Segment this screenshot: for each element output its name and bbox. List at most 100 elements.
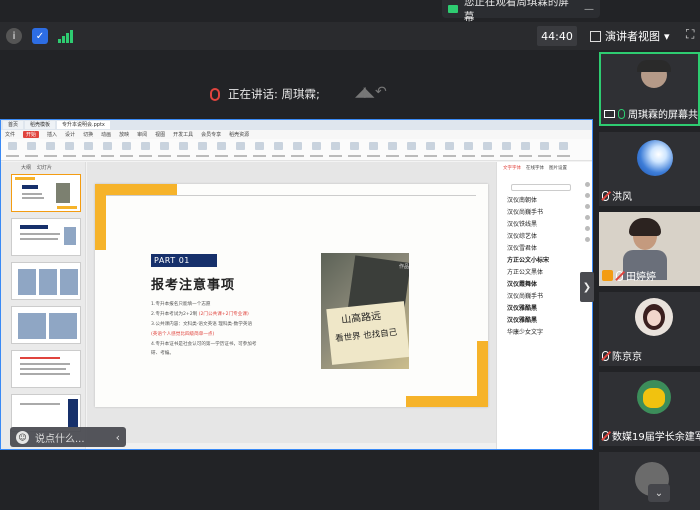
ribbon-button[interactable] — [537, 142, 552, 157]
font-item[interactable]: 汉仪尚巍手书 — [507, 207, 592, 216]
side-tool-icon[interactable] — [585, 215, 590, 220]
screen-share-icon — [448, 5, 458, 13]
ribbon-button[interactable] — [347, 142, 362, 157]
ribbon-button[interactable] — [5, 142, 20, 157]
slide-photo: 作品 山高路远 看世界 也找自己 — [321, 253, 409, 369]
menu-item[interactable]: 审阅 — [137, 131, 147, 138]
info-icon[interactable]: i — [6, 28, 22, 44]
ribbon-button[interactable] — [24, 142, 39, 157]
ribbon-button[interactable] — [328, 142, 343, 157]
wps-tab[interactable]: 稻壳模板 — [25, 121, 56, 129]
menu-item[interactable]: 会员专享 — [201, 131, 221, 138]
ribbon-button[interactable] — [119, 142, 134, 157]
menu-item[interactable]: 开始 — [23, 131, 40, 138]
menu-item[interactable]: 插入 — [47, 131, 57, 138]
presenter-view-button[interactable]: 演讲者视图 ▾ — [590, 26, 670, 46]
side-toolbar — [585, 182, 591, 242]
font-search-input[interactable] — [511, 184, 571, 191]
menu-item[interactable]: 放映 — [119, 131, 129, 138]
slide-thumbnail[interactable] — [11, 174, 81, 212]
side-tool-icon[interactable] — [585, 237, 590, 242]
font-tab[interactable]: 在线字体 — [526, 165, 544, 171]
wps-tab[interactable]: 专升本说明会.pptx — [57, 121, 110, 129]
ribbon-button[interactable] — [43, 142, 58, 157]
emoji-icon[interactable]: ☺ — [16, 430, 29, 444]
font-item[interactable]: 汉仪雅酷黑 — [507, 315, 592, 324]
side-tool-icon[interactable] — [585, 226, 590, 231]
security-shield-icon[interactable]: ✓ — [32, 28, 48, 44]
menu-item[interactable]: 切换 — [83, 131, 93, 138]
ribbon-button[interactable] — [442, 142, 457, 157]
ribbon-button[interactable] — [62, 142, 77, 157]
ribbon-button[interactable] — [252, 142, 267, 157]
ribbon-button[interactable] — [480, 142, 495, 157]
ribbon-button[interactable] — [271, 142, 286, 157]
font-tab[interactable]: 文字字体 — [503, 165, 521, 171]
thumbnails-header: 大纲 幻灯片 — [21, 164, 52, 171]
ribbon-button[interactable] — [404, 142, 419, 157]
decor-bar — [95, 184, 106, 250]
font-item[interactable]: 方正公文小标宋 — [507, 255, 592, 264]
chevron-right-icon[interactable]: ❯ — [580, 272, 594, 302]
font-tab[interactable]: 图片设置 — [549, 165, 567, 171]
ribbon-button[interactable] — [233, 142, 248, 157]
participant-name: 田婷婷 — [626, 272, 656, 283]
ribbon-button[interactable] — [157, 142, 172, 157]
outline-tab[interactable]: 大纲 — [21, 164, 31, 171]
ribbon-button[interactable] — [461, 142, 476, 157]
ribbon-button[interactable] — [556, 142, 571, 157]
ribbon-button[interactable] — [366, 142, 381, 157]
menu-item[interactable]: 稻壳资源 — [229, 131, 249, 138]
slide-thumbnail[interactable] — [11, 350, 81, 388]
network-signal-icon[interactable] — [58, 29, 74, 43]
ribbon-button[interactable] — [195, 142, 210, 157]
font-item[interactable]: 汉仪铁线黑 — [507, 219, 592, 228]
side-tool-icon[interactable] — [585, 193, 590, 198]
minimize-icon[interactable]: — — [584, 4, 594, 15]
bullet-line: 1.专升本报名只能填一个志愿 — [151, 302, 211, 307]
participant-tile[interactable]: 田婷婷 — [599, 212, 700, 286]
menu-item[interactable]: 文件 — [5, 131, 15, 138]
ribbon-button[interactable] — [499, 142, 514, 157]
menu-item[interactable]: 设计 — [65, 131, 75, 138]
ribbon-button[interactable] — [518, 142, 533, 157]
side-tool-icon[interactable] — [585, 182, 590, 187]
slide-thumbnail[interactable] — [11, 218, 81, 256]
ribbon-button[interactable] — [100, 142, 115, 157]
participant-tile[interactable]: 陈京京 — [599, 292, 700, 366]
decor-bar — [477, 341, 488, 407]
chevron-down-icon[interactable]: ⌄ — [648, 484, 670, 502]
font-item[interactable]: 华康少女文字 — [507, 327, 592, 336]
ribbon-button[interactable] — [138, 142, 153, 157]
annotation-tools[interactable]: ◢◣ ↶ — [355, 84, 387, 100]
ribbon-button[interactable] — [176, 142, 191, 157]
menu-item[interactable]: 开发工具 — [173, 131, 193, 138]
participant-tile[interactable]: 周琪霖的屏幕共享 — [599, 52, 700, 126]
ribbon-button[interactable] — [81, 142, 96, 157]
slides-tab[interactable]: 幻灯片 — [37, 164, 52, 171]
fullscreen-icon[interactable]: ⛶ — [686, 27, 694, 42]
ribbon-button[interactable] — [290, 142, 305, 157]
font-item[interactable]: 汉仪雪君体 — [507, 243, 592, 252]
wps-tab[interactable]: 首页 — [3, 121, 24, 129]
ribbon-button[interactable] — [385, 142, 400, 157]
slide-thumbnail[interactable] — [11, 306, 81, 344]
ribbon-button[interactable] — [309, 142, 324, 157]
ribbon-button[interactable] — [423, 142, 438, 157]
side-tool-icon[interactable] — [585, 204, 590, 209]
current-slide[interactable]: PART 01 报考注意事项 1.专升本报名只能填一个志愿 2.专升本考试为2+… — [95, 184, 488, 407]
chevron-left-icon[interactable]: ‹ — [116, 431, 120, 444]
microphone-muted-icon — [616, 270, 623, 281]
font-item[interactable]: 汉仪雅酷黑 — [507, 303, 592, 312]
participant-tile[interactable]: 洪风 — [599, 132, 700, 206]
chat-input[interactable]: ☺ 说点什么... ‹ — [10, 427, 126, 447]
font-item[interactable]: 汉仪南朝体 — [507, 195, 592, 204]
avatar — [637, 140, 673, 176]
slide-thumbnail[interactable] — [11, 262, 81, 300]
menu-item[interactable]: 视图 — [155, 131, 165, 138]
participant-tile[interactable]: 数媒19届学长余建军 — [599, 372, 700, 446]
menu-item[interactable]: 动画 — [101, 131, 111, 138]
ribbon-button[interactable] — [214, 142, 229, 157]
participant-label: 周琪霖的屏幕共享 — [604, 106, 698, 121]
font-item[interactable]: 汉仪综艺体 — [507, 231, 592, 240]
